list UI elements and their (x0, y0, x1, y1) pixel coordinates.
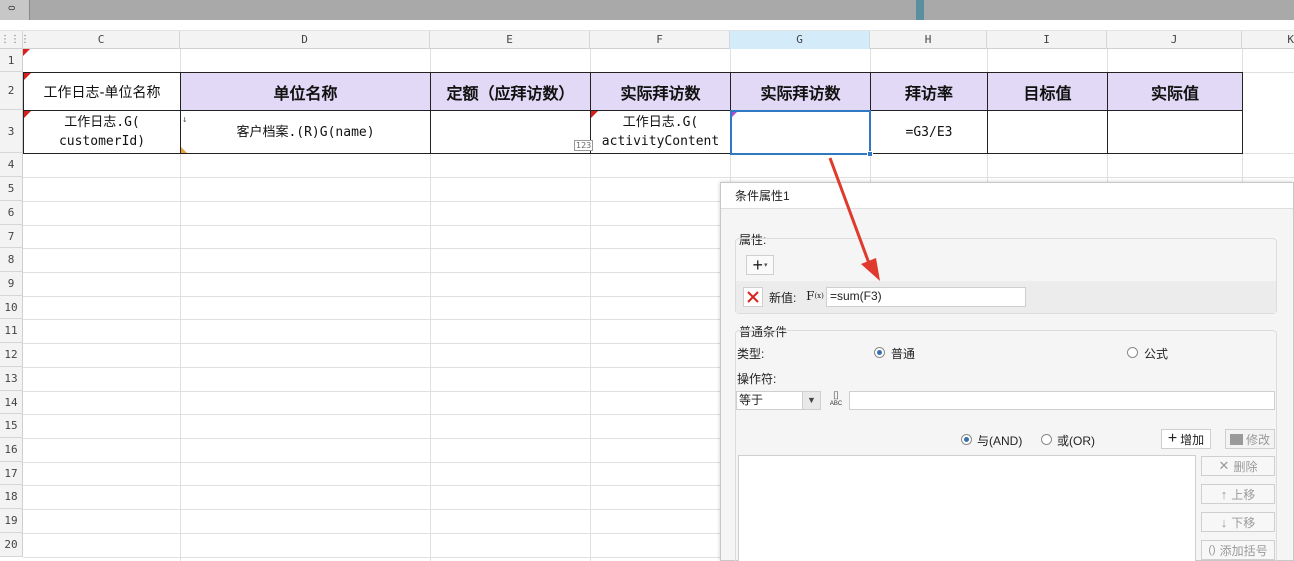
annotation-arrow-line (828, 157, 872, 267)
annotation-arrow-head (861, 258, 880, 281)
annotation-arrow (828, 157, 880, 281)
